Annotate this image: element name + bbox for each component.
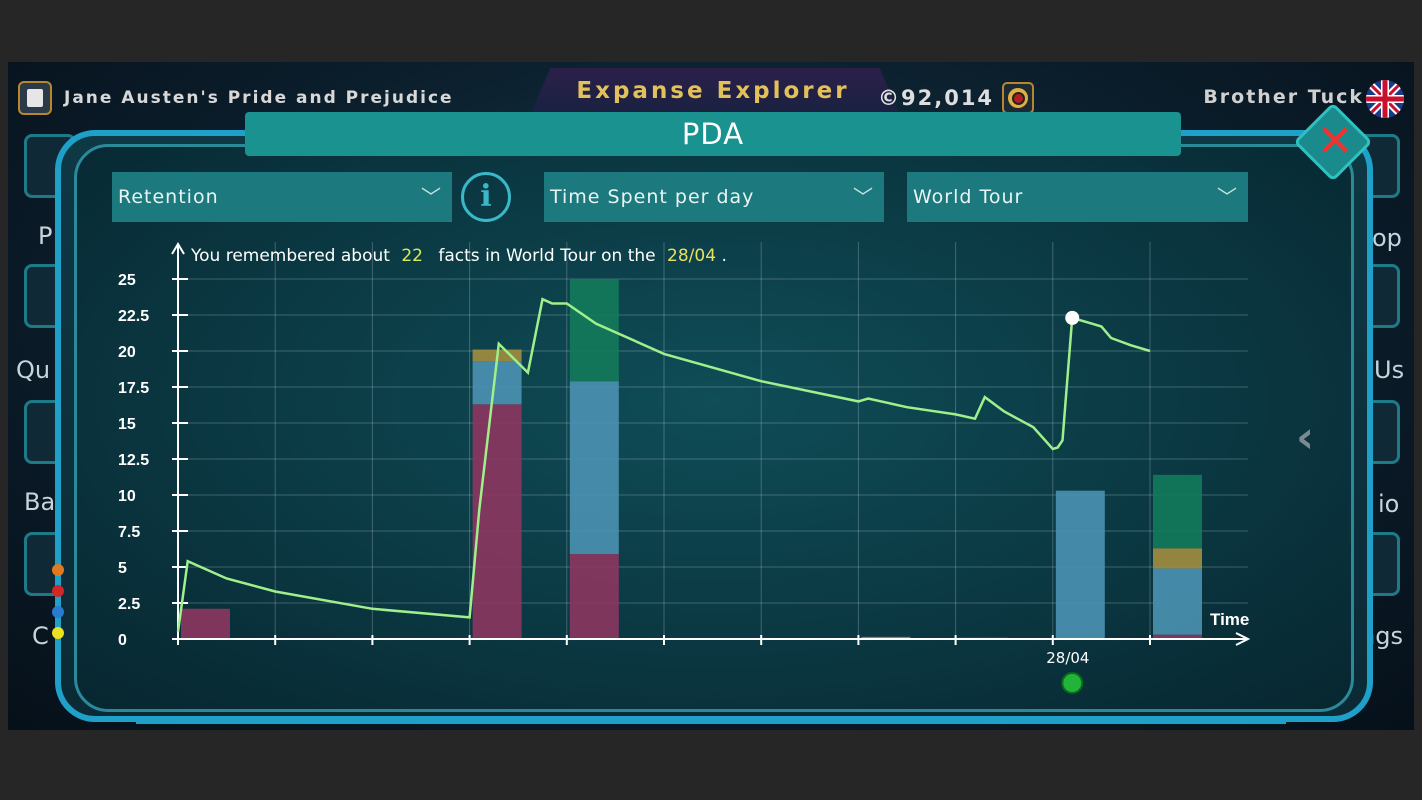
game-screen: P Qu Ba C op Us io ngs Jane Austen's Pri… (8, 62, 1414, 730)
y-tick-label: 7.5 (118, 524, 140, 541)
y-tick-labels: 0 2.5 5 7.5 10 12.5 15 17.5 20 22.5 25 (118, 272, 149, 649)
y-tick-label: 20 (118, 344, 136, 361)
retention-chart: 02.557.51012.51517.52022.525 Time 28/04 … (118, 242, 1251, 694)
y-tick-label: 22.5 (118, 308, 149, 325)
x-axis-label: Time (1210, 610, 1249, 629)
x-tick-label-date: 28/04 (1046, 649, 1089, 667)
y-tick-label: 17.5 (118, 380, 149, 397)
y-tick-label: 25 (118, 272, 136, 289)
bar-segment-pink (472, 404, 522, 639)
highlight-point[interactable] (1065, 310, 1080, 325)
summary-middle: facts in World Tour on the (438, 246, 655, 266)
y-tick-label: 2.5 (118, 596, 140, 613)
y-tick-label: 0 (118, 632, 127, 649)
summary-date: 28/04 (667, 246, 716, 266)
summary-prefix: You remembered about (190, 246, 390, 266)
y-tick-label: 15 (118, 416, 136, 433)
bar-segment-pink (569, 554, 619, 639)
y-tick-label: 5 (118, 560, 127, 577)
summary-suffix: . (721, 246, 726, 266)
bar-segment-blue (1153, 568, 1202, 635)
bar-segment-blue (1055, 490, 1105, 639)
chart-summary: You remembered about 22 facts in World T… (190, 246, 727, 266)
bar-segment-blue (569, 381, 619, 555)
y-tick-label: 12.5 (118, 452, 149, 469)
summary-count: 22 (401, 246, 423, 266)
bar-segment-green (1153, 474, 1202, 549)
bar-segment-gold (1153, 548, 1202, 569)
selected-date-marker[interactable] (1061, 672, 1084, 694)
y-tick-label: 10 (118, 488, 136, 505)
bar-segment-pink (181, 608, 230, 639)
